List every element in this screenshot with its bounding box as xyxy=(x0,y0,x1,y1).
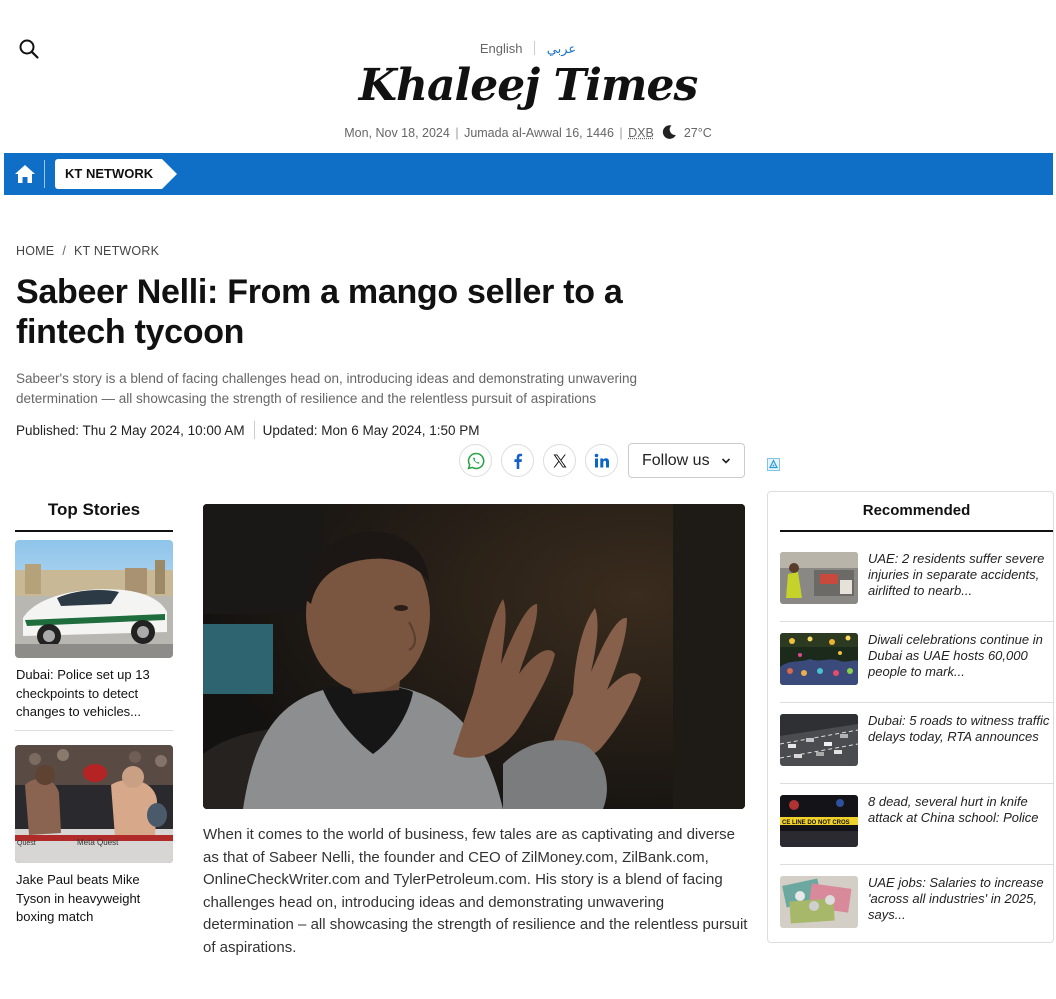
article-summary: Sabeer's story is a blend of facing chal… xyxy=(16,371,637,406)
follow-us-label: Follow us xyxy=(642,452,710,469)
whatsapp-icon xyxy=(467,452,484,469)
x-icon xyxy=(553,454,566,467)
recommended-divider xyxy=(780,702,1053,703)
share-linkedin-button[interactable] xyxy=(585,444,618,477)
svg-text:CE LINE DO NOT CROS: CE LINE DO NOT CROS xyxy=(782,820,850,826)
top-story-headline[interactable]: Dubai: Police set up 13 checkpoints to d… xyxy=(16,666,174,722)
recommended-thumb-accident xyxy=(780,552,858,604)
top-stories-divider xyxy=(15,730,173,731)
recommended-thumb-police-line: CE LINE DO NOT CROS xyxy=(780,795,858,847)
lang-divider xyxy=(534,41,536,55)
top-story-headline[interactable]: Jake Paul beats Mike Tyson in heavyweigh… xyxy=(16,871,174,927)
top-stories-title: Top Stories xyxy=(47,500,141,519)
top-stories-rule xyxy=(15,530,173,532)
breadcrumb-kt-network[interactable]: KT NETWORK xyxy=(74,244,159,258)
section-tag-kt-network[interactable]: KT NETWORK xyxy=(55,159,178,189)
dateline-divider: | xyxy=(619,126,623,140)
recommended-item[interactable]: UAE: 2 residents suffer severe injuries … xyxy=(780,551,1053,633)
publish-info: Published: Thu 2 May 2024, 10:00 AM Updat… xyxy=(16,421,480,439)
recommended-divider xyxy=(780,864,1053,865)
top-story-image-police-car[interactable] xyxy=(15,540,173,658)
date-gregorian: Mon, Nov 18, 2024 xyxy=(344,126,450,140)
breadcrumb: HOME / KT NETWORK xyxy=(16,244,159,258)
home-icon xyxy=(15,165,35,183)
recommended-thumb-traffic xyxy=(780,714,858,766)
recommended-title: Recommended xyxy=(862,502,971,519)
svg-text:Meta Quest: Meta Quest xyxy=(77,838,119,847)
temperature: 27°C xyxy=(683,126,712,140)
share-facebook-button[interactable] xyxy=(501,444,534,477)
published-date: Published: Thu 2 May 2024, 10:00 AM xyxy=(16,423,245,438)
recommended-item-text[interactable]: UAE jobs: Salaries to increase 'across a… xyxy=(868,875,1052,925)
recommended-divider xyxy=(780,783,1053,784)
recommended-thumb-diwali xyxy=(780,633,858,685)
share-x-button[interactable] xyxy=(543,444,576,477)
recommended-item[interactable]: CE LINE DO NOT CROS 8 dead, several hurt… xyxy=(780,794,1053,876)
linkedin-icon xyxy=(594,453,609,467)
breadcrumb-separator: / xyxy=(62,244,66,258)
recommended-rule xyxy=(780,530,1053,532)
moon-icon xyxy=(663,125,677,139)
recommended-item[interactable]: Dubai: 5 roads to witness traffic delays… xyxy=(780,713,1053,795)
recommended-divider xyxy=(780,621,1053,622)
article-headline: Sabeer Nelli: From a mango seller to a f… xyxy=(16,273,623,351)
ad-choices-icon[interactable] xyxy=(767,458,780,471)
language-switcher: English عربي xyxy=(0,41,1056,57)
dateline: Mon, Nov 18, 2024 | Jumada al-Awwal 16, … xyxy=(0,124,1056,140)
facebook-icon xyxy=(513,453,522,469)
recommended-item-text[interactable]: Dubai: 5 roads to witness traffic delays… xyxy=(868,713,1052,763)
follow-us-button[interactable]: Follow us xyxy=(628,443,745,478)
lang-arabic-link[interactable]: عربي xyxy=(547,42,576,57)
svg-text:Quest: Quest xyxy=(17,840,36,847)
lang-english-link[interactable]: English xyxy=(480,41,523,56)
updated-date: Updated: Mon 6 May 2024, 1:50 PM xyxy=(262,423,480,438)
date-hijri: Jumada al-Awwal 16, 1446 xyxy=(464,126,614,140)
nav-divider xyxy=(44,160,45,188)
city-selector[interactable]: DXB xyxy=(628,126,654,140)
publish-divider xyxy=(253,421,255,439)
dateline-divider: | xyxy=(455,126,459,140)
recommended-item[interactable]: Diwali celebrations continue in Dubai as… xyxy=(780,632,1053,714)
share-whatsapp-button[interactable] xyxy=(459,444,492,477)
site-logo[interactable]: Khaleej Times xyxy=(0,60,1056,111)
article-body-paragraph: When it comes to the world of business, … xyxy=(203,826,748,956)
recommended-item-text[interactable]: UAE: 2 residents suffer severe injuries … xyxy=(868,551,1052,601)
home-button[interactable] xyxy=(14,164,36,184)
article-hero-image xyxy=(203,504,745,809)
recommended-item-text[interactable]: Diwali celebrations continue in Dubai as… xyxy=(868,632,1052,682)
chevron-down-icon xyxy=(721,458,731,464)
breadcrumb-home[interactable]: HOME xyxy=(16,244,54,258)
top-story-image-boxing[interactable]: Meta Quest Quest xyxy=(15,745,173,863)
recommended-item[interactable]: UAE jobs: Salaries to increase 'across a… xyxy=(780,875,1053,957)
recommended-item-text[interactable]: 8 dead, several hurt in knife attack at … xyxy=(868,794,1052,844)
recommended-thumb-salaries xyxy=(780,876,858,928)
